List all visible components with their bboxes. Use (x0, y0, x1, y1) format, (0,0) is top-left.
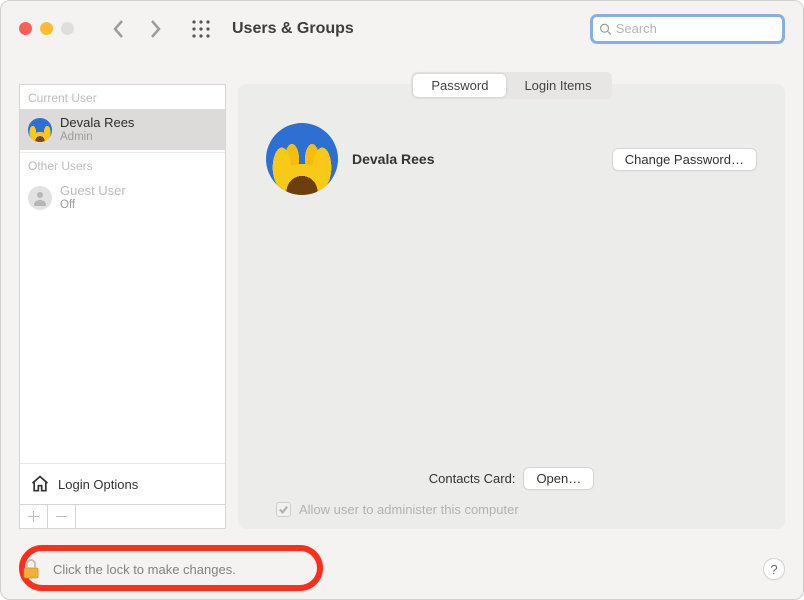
user-row-current[interactable]: Devala Rees Admin (20, 109, 225, 150)
admin-checkbox-label: Allow user to administer this computer (299, 502, 519, 517)
sidebar: Current User Devala Rees Admin Other Use… (19, 84, 226, 529)
user-name: Guest User (60, 183, 126, 199)
section-current-user: Current User (20, 85, 225, 109)
login-options-label: Login Options (58, 477, 138, 492)
close-window-button[interactable] (19, 22, 32, 35)
person-icon (32, 190, 48, 206)
grid-icon[interactable] (192, 20, 210, 38)
back-button[interactable] (112, 19, 126, 39)
footer: Click the lock to make changes. ? (1, 539, 803, 599)
tab-login-items[interactable]: Login Items (506, 74, 609, 97)
user-row-guest[interactable]: Guest User Off (20, 177, 225, 218)
help-button[interactable]: ? (763, 558, 785, 580)
forward-button (148, 19, 162, 39)
main-panel: Password Login Items Devala Rees Change … (238, 84, 785, 529)
toolbar: Users & Groups (1, 1, 803, 56)
profile-name: Devala Rees (352, 151, 598, 167)
house-icon (30, 474, 50, 494)
lock-area[interactable]: Click the lock to make changes. (19, 557, 236, 581)
lock-icon (19, 557, 43, 581)
lock-text: Click the lock to make changes. (53, 562, 236, 577)
add-remove-bar: ＋ － (19, 505, 226, 529)
page-title: Users & Groups (232, 20, 354, 38)
maximize-window-button (61, 22, 74, 35)
minimize-window-button[interactable] (40, 22, 53, 35)
contacts-card-label: Contacts Card: (429, 471, 516, 486)
profile-avatar[interactable] (266, 123, 338, 195)
remove-user-button: － (48, 505, 76, 528)
section-other-users: Other Users (20, 153, 225, 177)
user-status: Off (60, 199, 126, 213)
tab-password[interactable]: Password (413, 74, 506, 97)
avatar (28, 186, 52, 210)
search-field[interactable] (590, 14, 785, 44)
change-password-button[interactable]: Change Password… (612, 148, 757, 171)
user-name: Devala Rees (60, 115, 134, 131)
open-contacts-button[interactable]: Open… (523, 467, 594, 490)
tabs: Password Login Items (238, 72, 785, 99)
user-list: Current User Devala Rees Admin Other Use… (19, 84, 226, 505)
check-icon (278, 504, 289, 515)
avatar (28, 118, 52, 142)
user-role: Admin (60, 131, 134, 145)
search-input[interactable] (616, 21, 776, 36)
login-options-row[interactable]: Login Options (20, 463, 225, 504)
add-user-button: ＋ (20, 505, 48, 528)
window-controls (19, 22, 74, 35)
admin-checkbox (276, 502, 291, 517)
search-icon (599, 22, 612, 36)
